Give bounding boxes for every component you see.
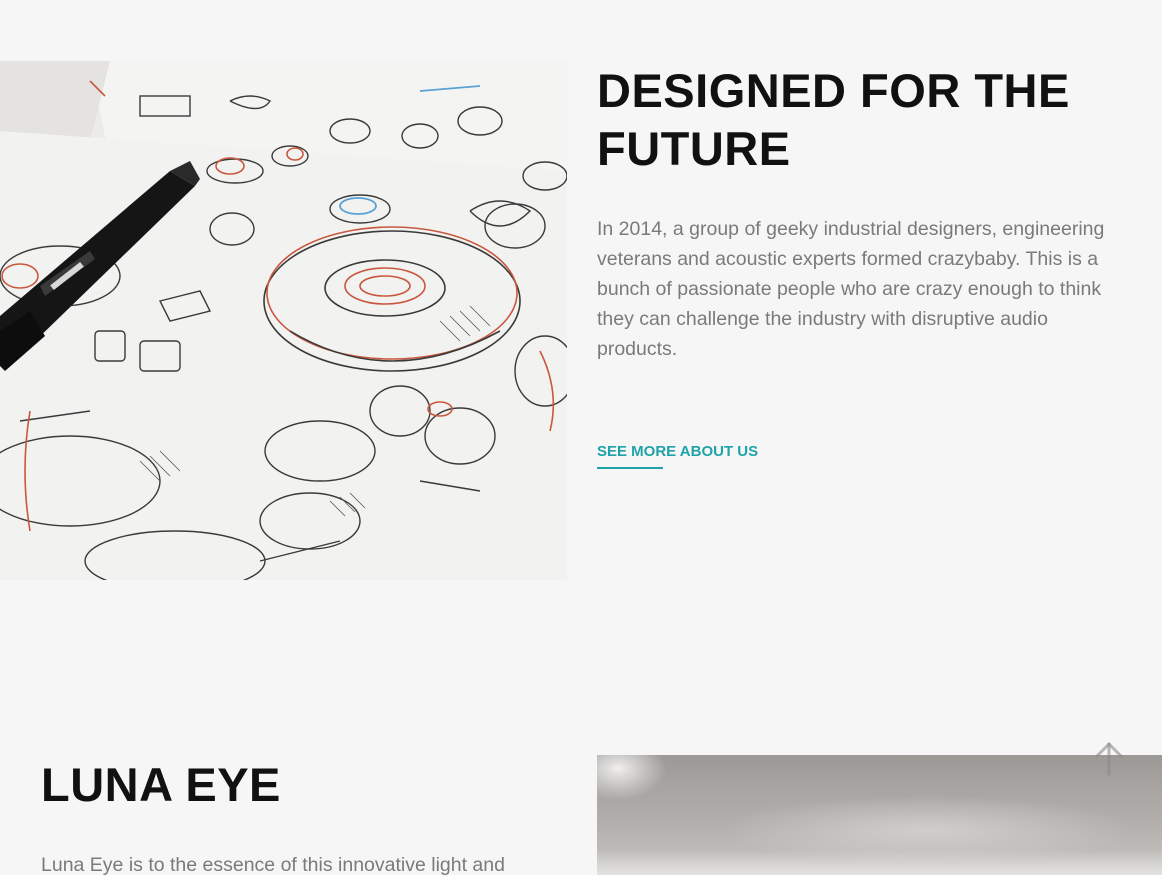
link-underline xyxy=(597,467,663,469)
image-fade xyxy=(597,850,1162,875)
see-more-about-us-link[interactable]: SEE MORE ABOUT US xyxy=(597,442,758,462)
page: DESIGNED FOR THE FUTURE In 2014, a group… xyxy=(0,0,1162,875)
about-description: In 2014, a group of geeky industrial des… xyxy=(597,218,1105,360)
section-title-luna-eye: LUNA EYE xyxy=(41,758,281,811)
luna-eye-image xyxy=(597,755,1162,875)
luna-eye-description: Luna Eye is to the essence of this innov… xyxy=(41,854,505,875)
image-highlight xyxy=(597,755,667,800)
sketch-drawings-image xyxy=(0,61,567,580)
scroll-to-top-button[interactable] xyxy=(1092,740,1126,780)
section-title-designed-for-future: DESIGNED FOR THE FUTURE xyxy=(597,64,1070,175)
arrow-up-icon xyxy=(1095,742,1123,776)
